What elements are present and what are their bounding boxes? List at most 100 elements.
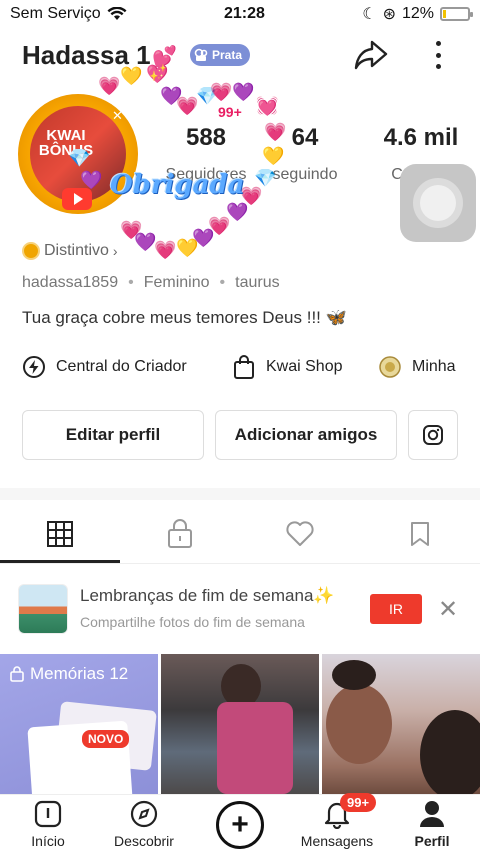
profile-meta: hadassa1859 • Feminino • taurus <box>22 274 280 292</box>
status-bar: Sem Serviço 21:28 ☾ ⊛ 12% <box>0 0 480 28</box>
shortcut-kwai-shop[interactable]: Kwai Shop <box>232 350 343 384</box>
share-button[interactable] <box>352 36 390 74</box>
distintivo-label: Distintivo <box>44 242 109 259</box>
tab-liked[interactable] <box>240 506 360 562</box>
memories-promo-banner[interactable]: Lembranças de fim de semana✨ Compartilhe… <box>0 570 480 648</box>
shortcut-label: Kwai Shop <box>266 358 343 375</box>
nav-discover[interactable]: Descobrir <box>104 799 184 854</box>
heart-icon: 💜 <box>160 86 183 106</box>
dot-icon <box>435 41 441 46</box>
avatar[interactable]: KWAI BÔNUS ✕ <box>14 90 144 220</box>
promo-go-button[interactable]: IR <box>370 594 422 624</box>
memories-label: Memórias 12 <box>10 664 128 684</box>
shopping-bag-icon <box>232 355 256 379</box>
film-icon <box>194 48 208 61</box>
instagram-button[interactable] <box>408 410 458 460</box>
profile-handle: hadassa1859 <box>22 274 119 291</box>
thumbnail-figure <box>326 684 392 764</box>
thumbnail-figure <box>217 702 293 794</box>
heart-icon: 💗 <box>120 220 143 240</box>
lock-icon <box>10 666 24 682</box>
heart-icon: 💜 <box>134 232 157 252</box>
heart-icon: 💗 <box>208 216 231 236</box>
tier-badge[interactable]: Prata <box>190 44 251 66</box>
shortcut-central-criador[interactable]: Central do Criador <box>22 350 187 384</box>
content-tabs <box>0 506 480 564</box>
heart-icon: 💗 <box>210 82 233 102</box>
more-options-button[interactable] <box>424 38 452 72</box>
nav-label: Descobrir <box>114 833 174 849</box>
memories-label-text: Memórias 12 <box>30 664 129 683</box>
assistive-touch-core <box>420 185 456 221</box>
compass-icon <box>129 799 159 829</box>
battery-percent: 12% <box>401 5 434 22</box>
active-tab-indicator <box>0 560 120 563</box>
chevron-right-icon: › <box>112 243 118 259</box>
video-thumbnail[interactable] <box>161 654 319 794</box>
heart-icon: 💎 <box>196 86 219 106</box>
bottom-navigation: Início Descobrir + Mensagens 99+ Perfil <box>0 793 480 854</box>
instagram-icon <box>423 425 443 445</box>
bio-text: Tua graça cobre meus temores Deus !!! <box>22 308 321 327</box>
profile-bio: Tua graça cobre meus temores Deus !!! 🦋 <box>22 308 347 328</box>
rotation-lock-icon: ⊛ <box>382 6 396 23</box>
heart-icon: 💜 <box>226 202 249 222</box>
close-icon[interactable]: ✕ <box>438 595 458 624</box>
messages-count-badge: 99+ <box>340 793 377 812</box>
nav-label: Perfil <box>414 833 450 849</box>
assistive-touch-ring <box>413 178 463 228</box>
separator-dot: • <box>128 274 134 291</box>
grid-icon <box>47 521 73 547</box>
heart-icon: 💗 <box>176 96 199 116</box>
wifi-icon <box>107 7 127 20</box>
nav-label: Início <box>31 833 65 849</box>
play-icon[interactable] <box>62 188 92 210</box>
distintivo-link[interactable]: Distintivo › <box>22 242 118 260</box>
heart-icon: 💗 <box>154 240 177 260</box>
person-icon <box>417 799 447 829</box>
lock-icon <box>168 519 192 548</box>
thumbnail-figure <box>332 660 376 690</box>
heart-icon: 💓 <box>256 96 279 116</box>
carrier-label: Sem Serviço <box>10 5 101 22</box>
memories-tile[interactable]: Memórias 12 NOVO <box>0 654 158 794</box>
tab-posts[interactable] <box>0 506 120 563</box>
nav-profile[interactable]: Perfil <box>406 799 458 854</box>
new-badge: NOVO <box>82 730 130 748</box>
add-friends-button[interactable]: Adicionar amigos <box>215 410 397 460</box>
stat-value: 64 <box>291 124 319 151</box>
create-post-button[interactable]: + <box>216 801 264 849</box>
nav-home[interactable]: Início <box>22 799 74 854</box>
status-right: ☾ ⊛ 12% <box>362 4 473 24</box>
thumbnail-figure <box>420 710 480 794</box>
heart-icon: 💜 <box>192 228 215 248</box>
stat-following[interactable]: 64 seguindo <box>250 124 360 184</box>
share-arrow-icon <box>354 40 388 70</box>
heart-icon: 💛 <box>176 238 199 258</box>
shortcut-minha[interactable]: Minha <box>378 350 456 384</box>
stat-label: seguindo <box>272 166 338 183</box>
shortcuts-row: Central do Criador Kwai Shop Minha <box>0 350 480 384</box>
close-icon[interactable]: ✕ <box>112 108 123 124</box>
tab-saved[interactable] <box>360 506 480 562</box>
video-grid: Memórias 12 NOVO <box>0 654 480 794</box>
profile-header: Hadassa 1 💕 Prata <box>0 32 480 82</box>
promo-title: Lembranças de fim de semana✨ <box>80 586 335 605</box>
coin-medal-icon <box>378 355 402 379</box>
heart-icon: 💜 <box>232 82 255 102</box>
lightning-icon <box>22 355 46 379</box>
page-title: Hadassa 1 <box>22 40 151 70</box>
assistive-touch-button[interactable] <box>400 164 476 242</box>
tab-private[interactable] <box>120 506 240 562</box>
video-thumbnail[interactable] <box>322 654 480 794</box>
edit-profile-button[interactable]: Editar perfil <box>22 410 204 460</box>
profile-sign: taurus <box>235 274 280 291</box>
promo-subtitle: Compartilhe fotos do fim de semana <box>80 614 305 630</box>
tier-badge-label: Prata <box>212 48 243 62</box>
stat-value: 4.6 mil <box>383 124 459 151</box>
promo-thumbnail <box>18 584 68 634</box>
plus-icon: + <box>231 808 249 841</box>
heart-outline-icon <box>286 521 314 546</box>
battery-icon <box>440 7 473 21</box>
dot-icon <box>435 64 441 69</box>
